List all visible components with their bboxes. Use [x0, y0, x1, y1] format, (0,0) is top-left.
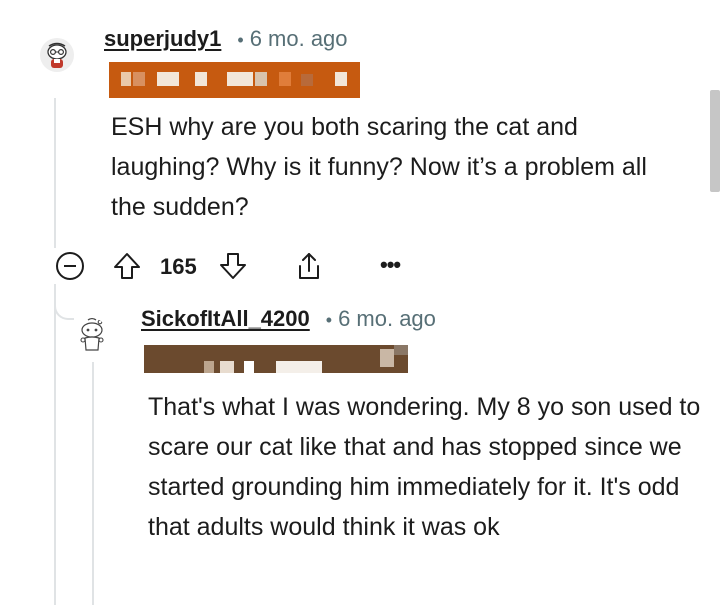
vote-score: 165	[160, 254, 197, 279]
scrollbar-thumb[interactable]	[710, 90, 720, 192]
downvote-button[interactable]	[218, 250, 248, 282]
share-icon	[299, 253, 319, 279]
comment-action-bar: 165 •••	[56, 246, 416, 288]
avatar[interactable]	[76, 318, 108, 354]
thread-branch-line	[54, 300, 74, 320]
upvote-button[interactable]	[112, 250, 142, 282]
username-link[interactable]: SickofItAll_4200	[141, 306, 310, 332]
arrow-down-icon	[220, 253, 246, 279]
timestamp[interactable]: 6 mo. ago	[338, 306, 436, 332]
share-button[interactable]	[294, 250, 324, 282]
comment-meta: superjudy1 • 6 mo. ago	[104, 26, 348, 52]
redacted-flair	[144, 345, 408, 373]
collapse-thread-button[interactable]	[56, 252, 84, 280]
more-options-button[interactable]: •••	[380, 252, 401, 278]
username-link[interactable]: superjudy1	[104, 26, 221, 52]
meta-separator: •	[325, 310, 333, 330]
thread-line	[54, 284, 56, 605]
comment-text: ESH why are you both scaring the cat and…	[111, 113, 647, 221]
comment-text: That's what I was wondering. My 8 yo son…	[148, 393, 701, 541]
comment-meta: SickofItAll_4200 • 6 mo. ago	[141, 306, 436, 332]
snoo-avatar-icon	[40, 38, 74, 72]
redacted-flair	[109, 62, 360, 98]
arrow-up-icon	[114, 253, 140, 279]
timestamp[interactable]: 6 mo. ago	[250, 26, 348, 52]
meta-separator: •	[237, 30, 244, 50]
avatar[interactable]	[40, 38, 74, 72]
snoo-avatar-icon	[80, 318, 104, 351]
reply-thread-line	[92, 362, 94, 605]
thread-line	[54, 98, 56, 248]
